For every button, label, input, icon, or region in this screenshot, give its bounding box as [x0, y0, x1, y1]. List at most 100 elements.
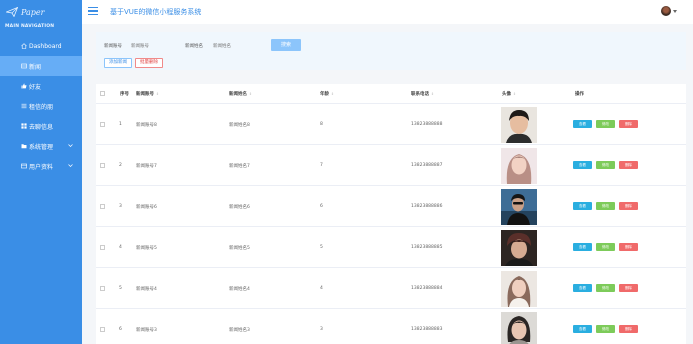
column-header-name[interactable]: 新闻姓名 ⇕ — [229, 91, 252, 97]
menu-toggle-icon[interactable] — [88, 7, 98, 15]
edit-button[interactable]: 修改 — [596, 243, 615, 251]
avatar[interactable] — [661, 6, 671, 16]
table-row[interactable]: 5 新闻账号4 新闻姓名4 4 13823888884 查看 修改 删除 — [96, 269, 686, 309]
cell-account: 新闻账号6 — [136, 205, 157, 210]
user-menu[interactable] — [661, 6, 677, 16]
cell-index: 5 — [119, 286, 122, 291]
sidebar-item-friends[interactable]: 好友 — [0, 76, 82, 96]
cell-age: 7 — [320, 163, 323, 168]
delete-button[interactable]: 删除 — [619, 325, 638, 333]
news-table: 序号 新闻账号 ⇕ 新闻姓名 ⇕ 年龄 ⇕ 联系电话 ⇕ 头像 ⇕ 操作 1 新闻账号8 … — [96, 84, 686, 344]
search-panel: 新闻账号 新闻姓名 搜索 添加新闻 批量删除 — [96, 32, 686, 70]
table-row[interactable]: 6 新闻账号3 新闻姓名3 3 13823888883 查看 修改 删除 — [96, 310, 686, 344]
view-button[interactable]: 查看 — [573, 284, 592, 292]
cell-phone: 13823888885 — [411, 245, 443, 250]
cell-account: 新闻账号8 — [136, 123, 157, 128]
cell-phone: 13823888884 — [411, 286, 443, 291]
name-search-input[interactable] — [210, 40, 255, 50]
add-news-button[interactable]: 添加新闻 — [104, 58, 132, 68]
delete-button[interactable]: 删除 — [619, 161, 638, 169]
sidebar-item-chat-info[interactable]: 去聊信息 — [0, 116, 82, 136]
table-row[interactable]: 4 新闻账号5 新闻姓名5 5 13823888885 查看 修改 删除 — [96, 228, 686, 268]
account-search-input[interactable] — [128, 40, 173, 50]
page-title: 基于VUE的微信小程服务系统 — [110, 8, 202, 16]
cell-account: 新闻账号7 — [136, 164, 157, 169]
app-window: Paper MAIN NAVIGATION Dashboard 新闻 好友 租信… — [0, 0, 693, 344]
cell-name: 新闻姓名5 — [229, 246, 250, 251]
cell-age: 4 — [320, 286, 323, 291]
edit-button[interactable]: 修改 — [596, 202, 615, 210]
cell-age: 8 — [320, 122, 323, 127]
brand-logo[interactable]: Paper — [6, 5, 44, 19]
caret-down-icon[interactable] — [673, 9, 677, 13]
sort-icon[interactable]: ⇕ — [156, 92, 159, 96]
column-header-label: 新闻姓名 — [229, 92, 247, 97]
cell-index: 6 — [119, 327, 122, 332]
row-checkbox[interactable] — [100, 327, 105, 332]
avatar-image — [501, 312, 537, 344]
edit-button[interactable]: 修改 — [596, 161, 615, 169]
list-icon — [21, 103, 27, 109]
select-all-checkbox[interactable] — [100, 91, 105, 96]
cell-age: 6 — [320, 204, 323, 209]
delete-button[interactable]: 删除 — [619, 284, 638, 292]
table-header: 序号 新闻账号 ⇕ 新闻姓名 ⇕ 年龄 ⇕ 联系电话 ⇕ 头像 ⇕ 操作 — [96, 84, 686, 104]
view-button[interactable]: 查看 — [573, 161, 592, 169]
sort-icon[interactable]: ⇕ — [331, 92, 334, 96]
search-button[interactable]: 搜索 — [271, 39, 301, 51]
chevron-down-icon[interactable] — [68, 143, 73, 148]
cell-age: 3 — [320, 327, 323, 332]
column-header-account[interactable]: 新闻账号 ⇕ — [136, 91, 159, 97]
row-checkbox[interactable] — [100, 245, 105, 250]
view-button[interactable]: 查看 — [573, 325, 592, 333]
name-label: 新闻姓名 — [185, 44, 203, 49]
column-header-phone[interactable]: 联系电话 ⇕ — [411, 91, 434, 97]
column-header-age[interactable]: 年龄 ⇕ — [320, 91, 334, 97]
row-checkbox[interactable] — [100, 122, 105, 127]
top-header: 基于VUE的微信小程服务系统 — [82, 0, 693, 24]
view-button[interactable]: 查看 — [573, 120, 592, 128]
delete-button[interactable]: 删除 — [619, 243, 638, 251]
view-button[interactable]: 查看 — [573, 202, 592, 210]
table-row[interactable]: 1 新闻账号8 新闻姓名8 8 13823888888 查看 修改 删除 — [96, 105, 686, 145]
account-label: 新闻账号 — [104, 44, 122, 49]
edit-button[interactable]: 修改 — [596, 325, 615, 333]
edit-button[interactable]: 修改 — [596, 120, 615, 128]
row-checkbox[interactable] — [100, 163, 105, 168]
cell-account: 新闻账号3 — [136, 328, 157, 333]
brand-name: Paper — [21, 7, 45, 17]
column-header-index: 序号 — [120, 92, 129, 97]
sort-icon[interactable]: ⇕ — [249, 92, 252, 96]
table-row[interactable]: 2 新闻账号7 新闻姓名7 7 13823888887 查看 修改 删除 — [96, 146, 686, 186]
paper-plane-icon — [6, 7, 18, 17]
cell-name: 新闻姓名3 — [229, 328, 250, 333]
column-header-avatar[interactable]: 头像 ⇕ — [502, 91, 516, 97]
delete-button[interactable]: 删除 — [619, 202, 638, 210]
sidebar-item-system-management[interactable]: 系统管理 — [0, 136, 82, 156]
batch-delete-button[interactable]: 批量删除 — [135, 58, 163, 68]
sidebar-nav: Dashboard 新闻 好友 租信的朋 去聊信息 系统管理 用户资料 — [0, 36, 82, 176]
cell-index: 1 — [119, 122, 122, 127]
view-button[interactable]: 查看 — [573, 243, 592, 251]
chevron-down-icon[interactable] — [68, 163, 73, 168]
column-header-actions: 操作 — [575, 92, 584, 97]
row-checkbox[interactable] — [100, 286, 105, 291]
cell-name: 新闻姓名4 — [229, 287, 250, 292]
sidebar-item-dashboard[interactable]: Dashboard — [0, 36, 82, 56]
sidebar-item-rentals[interactable]: 租信的朋 — [0, 96, 82, 116]
delete-button[interactable]: 删除 — [619, 120, 638, 128]
sidebar-item-label: 系统管理 — [29, 143, 54, 151]
thumbs-up-icon — [21, 83, 27, 89]
sidebar-item-label: 用户资料 — [29, 163, 54, 171]
table-row[interactable]: 3 新闻账号6 新闻姓名6 6 13823888886 查看 修改 删除 — [96, 187, 686, 227]
edit-button[interactable]: 修改 — [596, 284, 615, 292]
row-checkbox[interactable] — [100, 204, 105, 209]
sort-icon[interactable]: ⇕ — [513, 92, 516, 96]
avatar-image — [501, 107, 537, 143]
cell-phone: 13823888888 — [411, 122, 443, 127]
sidebar-item-label: 去聊信息 — [29, 123, 54, 131]
sidebar-item-news[interactable]: 新闻 — [0, 56, 82, 76]
sort-icon[interactable]: ⇕ — [431, 92, 434, 96]
card-icon — [21, 163, 27, 169]
sidebar-item-user-profile[interactable]: 用户资料 — [0, 156, 82, 176]
